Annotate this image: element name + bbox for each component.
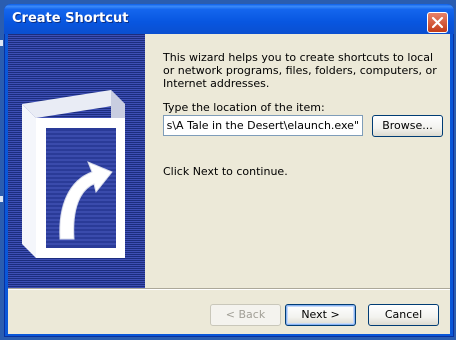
continue-instructions: Click Next to continue. xyxy=(163,165,288,178)
close-icon xyxy=(431,16,444,29)
wizard-content: This wizard helps you to create shortcut… xyxy=(145,34,450,288)
wizard-side-panel xyxy=(8,34,145,288)
back-button[interactable]: < Back xyxy=(210,304,281,326)
button-separator xyxy=(8,288,450,290)
shortcut-arrow-icon xyxy=(22,90,125,258)
browse-button[interactable]: Browse... xyxy=(372,115,443,137)
cancel-button[interactable]: Cancel xyxy=(368,304,439,326)
window-title: Create Shortcut xyxy=(12,11,129,26)
location-input[interactable] xyxy=(163,115,363,136)
close-button[interactable] xyxy=(427,12,448,33)
intro-text: This wizard helps you to create shortcut… xyxy=(163,51,437,90)
desktop-edge-mark xyxy=(0,40,3,46)
create-shortcut-dialog: Create Shortcut This wizard helps you to… xyxy=(4,4,454,337)
location-label: Type the location of the item: xyxy=(163,101,325,114)
desktop-edge-mark xyxy=(0,196,3,202)
title-bar[interactable]: Create Shortcut xyxy=(4,4,454,34)
dialog-client-area: This wizard helps you to create shortcut… xyxy=(8,34,450,334)
next-button[interactable]: Next > xyxy=(285,304,356,326)
